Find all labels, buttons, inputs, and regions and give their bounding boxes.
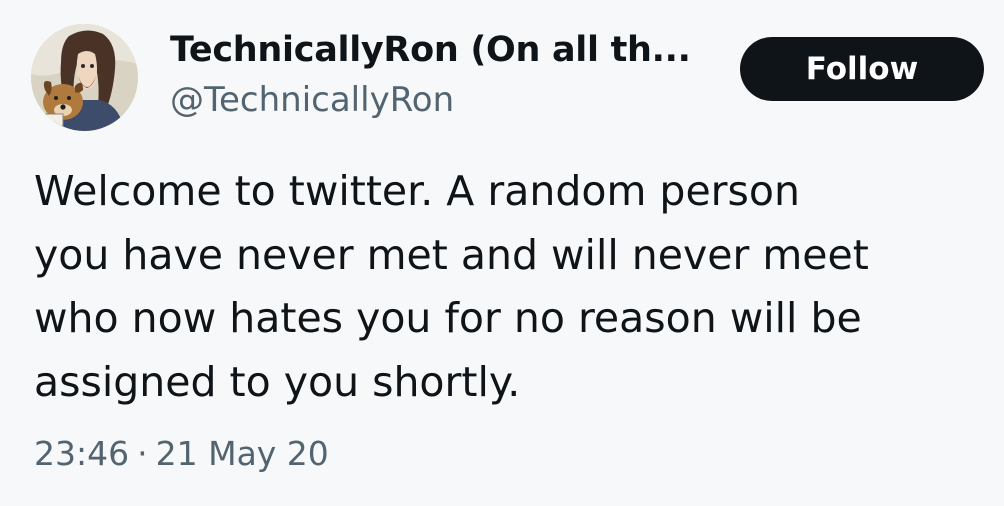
tweet-card: TechnicallyRon (On all th... @Technicall… (0, 0, 1004, 506)
avatar[interactable] (31, 24, 138, 131)
tweet-text-line: Welcome to twitter. A random person (34, 167, 800, 215)
author-handle[interactable]: @TechnicallyRon (170, 80, 454, 120)
tweet-timestamp[interactable]: 23:46 · 21 May 20 (34, 434, 329, 473)
tweet-text-line: assigned to you shortly. (34, 357, 521, 406)
author-display-name[interactable]: TechnicallyRon (On all th... (170, 30, 691, 70)
tweet-text-line: you have never met and will never meet (34, 230, 869, 279)
follow-button[interactable]: Follow (740, 37, 984, 101)
tweet-text-line: who now hates you for no reason will be (34, 294, 862, 342)
tweet-time[interactable]: 23:46 (34, 434, 129, 473)
meta-separator: · (137, 434, 148, 473)
avatar-illustration (31, 24, 138, 131)
tweet-date[interactable]: 21 May 20 (156, 434, 329, 473)
tweet-text: Welcome to twitter. A random person you … (34, 160, 984, 414)
